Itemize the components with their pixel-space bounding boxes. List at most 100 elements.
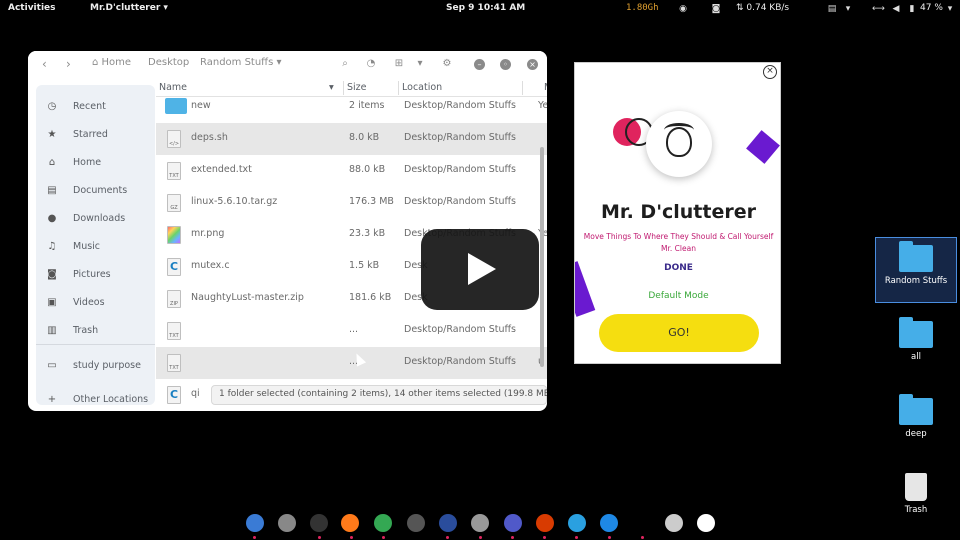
- column-headers: Name ▾ Size Location M: [156, 79, 547, 97]
- column-extra[interactable]: M: [544, 82, 547, 93]
- gear-icon[interactable]: ⚙: [441, 58, 453, 70]
- running-indicator: [608, 536, 611, 539]
- mode-selector[interactable]: Default Mode: [575, 291, 780, 301]
- toggle-icon[interactable]: [471, 514, 489, 532]
- table-row[interactable]: new 2 items Desktop/Random Stuffs Ye: [156, 97, 547, 123]
- text-file-icon: TXT: [167, 162, 181, 180]
- c-source-file-icon: C: [167, 386, 181, 404]
- video-icon: ▣: [47, 297, 57, 308]
- app-store-icon[interactable]: [568, 514, 586, 532]
- app-grid-icon[interactable]: [697, 514, 715, 532]
- teams-icon[interactable]: [504, 514, 522, 532]
- file-manager-header: ‹ › ⌂ Home Desktop Random Stuffs ▾ ⌕ ◔ ⊞…: [28, 51, 547, 79]
- forward-icon[interactable]: ›: [66, 57, 71, 71]
- file-location: Desktop/Random Stuffs: [404, 100, 517, 111]
- video-play-button[interactable]: [421, 229, 539, 310]
- file-extra: Ye: [538, 100, 547, 111]
- chevron-down-icon[interactable]: ▾: [842, 3, 854, 15]
- monitor-icon[interactable]: [439, 514, 457, 532]
- files-icon[interactable]: [246, 514, 264, 532]
- text-file-icon: TXT: [167, 354, 181, 372]
- scrollbar[interactable]: [540, 147, 544, 367]
- avatar-hair: [664, 123, 694, 137]
- table-row[interactable]: TXT ... Desktop/Random Stuffs: [156, 315, 547, 347]
- running-indicator: [382, 536, 385, 539]
- vscode-icon[interactable]: [600, 514, 618, 532]
- activities-button[interactable]: Activities: [8, 3, 56, 13]
- breadcrumb-random-stuffs-label: Random Stuffs: [200, 57, 274, 68]
- column-location[interactable]: Location: [402, 82, 442, 93]
- file-location: Desktop/Random Stuffs: [404, 164, 517, 175]
- breadcrumb-home-label: Home: [101, 57, 132, 68]
- file-location: Desktop/Random Stuffs: [404, 132, 517, 143]
- view-toggle-icon[interactable]: ⊞: [393, 58, 405, 70]
- indicator-app-icon[interactable]: ◉: [677, 3, 689, 15]
- sidebar-item-music[interactable]: ♫ Music: [36, 237, 155, 257]
- plus-icon: +: [47, 394, 57, 405]
- running-indicator: [641, 536, 644, 539]
- document-icon: ▤: [47, 185, 57, 196]
- settings-icon[interactable]: [278, 514, 296, 532]
- column-size[interactable]: Size: [347, 82, 367, 93]
- network-speed-value: 0.74 KB/s: [746, 3, 790, 13]
- breadcrumb-random-stuffs[interactable]: Random Stuffs ▾: [200, 57, 282, 68]
- table-row[interactable]: </> deps.sh 8.0 kB Desktop/Random Stuffs: [156, 123, 547, 155]
- breadcrumb-home[interactable]: ⌂ Home: [92, 57, 131, 68]
- clock[interactable]: Sep 9 10:41 AM: [446, 3, 525, 13]
- cpu-indicator: 1.80Gh: [626, 3, 659, 13]
- terminal-icon[interactable]: [310, 514, 328, 532]
- clipboard-icon[interactable]: ▤: [826, 3, 838, 15]
- disk-usage-icon[interactable]: ◔: [365, 58, 377, 70]
- sidebar-item-documents[interactable]: ▤ Documents: [36, 181, 155, 201]
- close-icon[interactable]: ×: [763, 65, 777, 79]
- sidebar-item-downloads[interactable]: ● Downloads: [36, 209, 155, 229]
- desktop-trash[interactable]: Trash: [875, 467, 957, 517]
- sidebar-item-home[interactable]: ⌂ Home: [36, 153, 155, 173]
- desktop-folder-all[interactable]: all: [875, 314, 957, 364]
- file-location: Desktop/Random Stuffs: [404, 324, 517, 335]
- table-row[interactable]: GZ linux-5.6.10.tar.gz 176.3 MB Desktop/…: [156, 187, 547, 219]
- breadcrumb-desktop[interactable]: Desktop: [148, 57, 189, 68]
- running-indicator: [350, 536, 353, 539]
- office-icon[interactable]: [536, 514, 554, 532]
- network-icon[interactable]: ⟷: [872, 3, 885, 15]
- sidebar-item-starred[interactable]: ★ Starred: [36, 125, 155, 145]
- sidebar-item-other-locations[interactable]: + Other Locations: [36, 390, 155, 410]
- system-menu-chevron-icon[interactable]: ▾: [944, 3, 956, 15]
- battery-icon[interactable]: ▮: [906, 3, 918, 15]
- sidebar-item-videos[interactable]: ▣ Videos: [36, 293, 155, 313]
- desktop-folder-deep[interactable]: deep: [875, 391, 957, 441]
- camera-icon[interactable]: ◙: [710, 3, 722, 15]
- app-menu[interactable]: Mr.D'clutterer ▾: [90, 3, 168, 13]
- back-icon[interactable]: ‹: [42, 57, 47, 71]
- sidebar-item-label: Recent: [73, 101, 106, 112]
- trash-dock-icon[interactable]: [665, 514, 683, 532]
- view-options-chevron-icon[interactable]: ▾: [414, 58, 426, 70]
- search-icon[interactable]: ⌕: [339, 58, 351, 70]
- column-divider: [343, 81, 344, 95]
- desktop-folder-random-stuffs[interactable]: Random Stuffs: [875, 237, 957, 303]
- maximize-button[interactable]: ◦: [500, 59, 511, 70]
- app-title: Mr. D'clutterer: [601, 201, 756, 223]
- file-name: mr.png: [191, 228, 225, 239]
- table-row[interactable]: TXT ... Desktop/Random Stuffs u: [156, 347, 547, 379]
- dock: [240, 512, 720, 538]
- column-name[interactable]: Name: [159, 82, 187, 93]
- sidebar-item-pictures[interactable]: ◙ Pictures: [36, 265, 155, 285]
- table-row[interactable]: TXT extended.txt 88.0 kB Desktop/Random …: [156, 155, 547, 187]
- close-button[interactable]: ×: [527, 59, 538, 70]
- clock-app-icon[interactable]: [407, 514, 425, 532]
- sidebar-item-label: Downloads: [73, 213, 126, 224]
- volume-icon[interactable]: ◀: [890, 3, 902, 15]
- firefox-icon[interactable]: [341, 514, 359, 532]
- sidebar-item-trash[interactable]: ▥ Trash: [36, 321, 155, 341]
- sidebar-item-label: Videos: [73, 297, 105, 308]
- sidebar-item-recent[interactable]: ◷ Recent: [36, 97, 155, 117]
- chrome-icon[interactable]: [374, 514, 392, 532]
- sidebar-item-study-purpose[interactable]: ▭ study purpose: [36, 356, 155, 376]
- sort-chevron-icon[interactable]: ▾: [329, 82, 334, 93]
- text-file-icon: TXT: [167, 322, 181, 340]
- go-button[interactable]: GO!: [599, 314, 759, 352]
- folder-icon: [899, 241, 933, 272]
- minimize-button[interactable]: –: [474, 59, 485, 70]
